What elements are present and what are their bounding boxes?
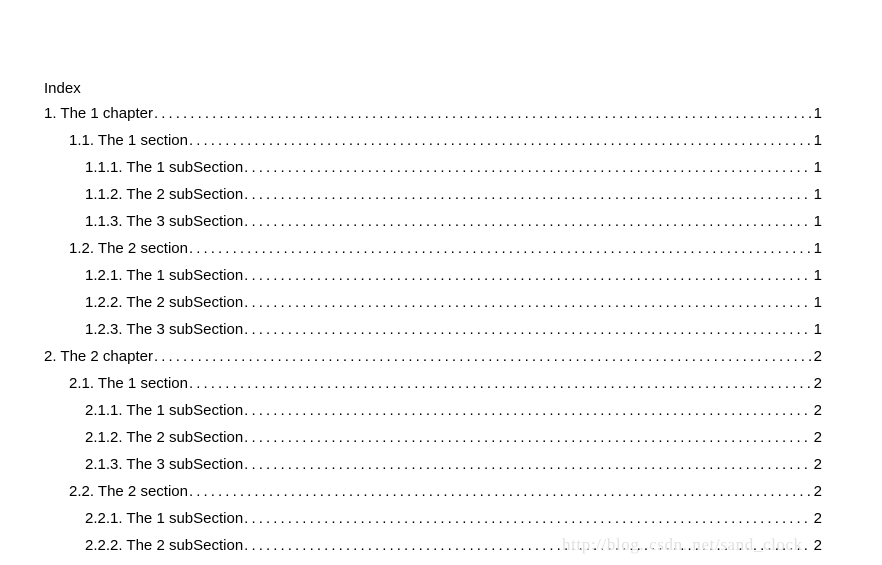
- toc-entry-inner: 1.1.3. The 3 subSection 1: [85, 212, 822, 232]
- toc-entry-page-number: 1: [813, 240, 822, 257]
- toc-entry[interactable]: 2.2.1. The 1 subSection 2: [0, 509, 882, 536]
- toc-entry-page-number: 2: [813, 483, 822, 500]
- toc-entry-label: 2.1.1. The 1 subSection: [85, 402, 244, 419]
- toc-entry-label: 1.1.2. The 2 subSection: [85, 186, 244, 203]
- toc-dot-leader: [244, 428, 812, 448]
- page-title: Index: [44, 80, 81, 97]
- toc-entry-inner: 1.2.1. The 1 subSection 1: [85, 266, 822, 286]
- toc-entry-label: 2.1. The 1 section: [69, 375, 188, 392]
- toc-entry-inner: 1.1.1. The 1 subSection 1: [85, 158, 822, 178]
- toc-entry-inner: 2.2.1. The 1 subSection 2: [85, 509, 822, 529]
- toc-dot-leader: [244, 185, 812, 205]
- toc-entry-inner: 1.1.2. The 2 subSection 1: [85, 185, 822, 205]
- toc-dot-leader: [154, 104, 812, 124]
- toc-dot-leader: [244, 266, 812, 286]
- toc-entry[interactable]: 2.2. The 2 section 2: [0, 482, 882, 509]
- toc-entry-label: 2.2.2. The 2 subSection: [85, 537, 244, 554]
- toc-entry-label: 2.2. The 2 section: [69, 483, 188, 500]
- toc-dot-leader: [189, 374, 812, 394]
- toc-entry-page-number: 1: [813, 267, 822, 284]
- toc-entry[interactable]: 1.2.3. The 3 subSection 1: [0, 320, 882, 347]
- toc-entry[interactable]: 2.1. The 1 section 2: [0, 374, 882, 401]
- toc-entry[interactable]: 1.2.1. The 1 subSection 1: [0, 266, 882, 293]
- toc-entry-page-number: 1: [813, 294, 822, 311]
- toc-entry[interactable]: 1.1.2. The 2 subSection 1: [0, 185, 882, 212]
- toc-entry-page-number: 2: [813, 402, 822, 419]
- toc-entry-inner: 1.2.2. The 2 subSection 1: [85, 293, 822, 313]
- toc-dot-leader: [154, 347, 812, 367]
- toc-dot-leader: [244, 212, 812, 232]
- toc-dot-leader: [244, 455, 812, 475]
- toc-dot-leader: [244, 536, 812, 556]
- toc-entry-label: 1.1.1. The 1 subSection: [85, 159, 244, 176]
- toc-entry[interactable]: 1.1.1. The 1 subSection 1: [0, 158, 882, 185]
- toc-dot-leader: [244, 158, 812, 178]
- toc-entry[interactable]: 2.2.2. The 2 subSection 2: [0, 536, 882, 563]
- toc-entry-page-number: 1: [813, 105, 822, 122]
- toc-entry-inner: 2.1.1. The 1 subSection 2: [85, 401, 822, 421]
- toc-entry-page-number: 2: [813, 348, 822, 365]
- table-of-contents-document: Index 1. The 1 chapter11.1. The 1 sectio…: [0, 0, 882, 565]
- toc-entry-inner: 2.1. The 1 section 2: [69, 374, 822, 394]
- toc-entry-page-number: 1: [813, 132, 822, 149]
- toc-entry-page-number: 1: [813, 159, 822, 176]
- toc-entry[interactable]: 1.1.3. The 3 subSection 1: [0, 212, 882, 239]
- toc-entry[interactable]: 2.1.2. The 2 subSection 2: [0, 428, 882, 455]
- toc-entry-inner: 2.2.2. The 2 subSection 2: [85, 536, 822, 556]
- toc-dot-leader: [244, 509, 812, 529]
- toc-entry-label: 1.2.2. The 2 subSection: [85, 294, 244, 311]
- toc-entry-list: 1. The 1 chapter11.1. The 1 section11.1.…: [0, 104, 882, 563]
- toc-entry-inner: 1.1. The 1 section 1: [69, 131, 822, 151]
- toc-entry-label: 1.1. The 1 section: [69, 132, 188, 149]
- toc-entry[interactable]: 2.1.1. The 1 subSection 2: [0, 401, 882, 428]
- toc-dot-leader: [189, 239, 812, 259]
- toc-entry-page-number: 1: [813, 213, 822, 230]
- toc-entry-label: 2.2.1. The 1 subSection: [85, 510, 244, 527]
- toc-dot-leader: [244, 320, 812, 340]
- toc-entry-page-number: 2: [813, 537, 822, 554]
- toc-entry-inner: 1.2. The 2 section 1: [69, 239, 822, 259]
- toc-entry-page-number: 1: [813, 186, 822, 203]
- toc-entry-page-number: 2: [813, 510, 822, 527]
- toc-entry-label: 1.2. The 2 section: [69, 240, 188, 257]
- toc-entry-inner: 2.2. The 2 section 2: [69, 482, 822, 502]
- toc-entry-inner: 2.1.3. The 3 subSection 2: [85, 455, 822, 475]
- toc-dot-leader: [244, 401, 812, 421]
- toc-dot-leader: [244, 293, 812, 313]
- toc-entry-label: 2.1.2. The 2 subSection: [85, 429, 244, 446]
- toc-entry-page-number: 2: [813, 375, 822, 392]
- toc-entry-inner: 2. The 2 chapter 2: [44, 347, 822, 367]
- toc-dot-leader: [189, 131, 812, 151]
- toc-entry-inner: 1. The 1 chapter 1: [44, 104, 822, 124]
- toc-entry[interactable]: 1.2. The 2 section 1: [0, 239, 882, 266]
- toc-entry-label: 1.2.1. The 1 subSection: [85, 267, 244, 284]
- toc-entry-inner: 2.1.2. The 2 subSection 2: [85, 428, 822, 448]
- toc-entry-label: 2.1.3. The 3 subSection: [85, 456, 244, 473]
- toc-entry-label: 2. The 2 chapter: [44, 348, 153, 365]
- toc-entry-label: 1.1.3. The 3 subSection: [85, 213, 244, 230]
- toc-entry[interactable]: 1. The 1 chapter 1: [0, 104, 882, 131]
- toc-entry-label: 1. The 1 chapter: [44, 105, 153, 122]
- toc-entry-inner: 1.2.3. The 3 subSection 1: [85, 320, 822, 340]
- toc-entry-page-number: 1: [813, 321, 822, 338]
- toc-entry-page-number: 2: [813, 429, 822, 446]
- toc-entry[interactable]: 1.1. The 1 section 1: [0, 131, 882, 158]
- toc-dot-leader: [189, 482, 812, 502]
- toc-entry[interactable]: 2. The 2 chapter 2: [0, 347, 882, 374]
- toc-entry-label: 1.2.3. The 3 subSection: [85, 321, 244, 338]
- toc-entry-page-number: 2: [813, 456, 822, 473]
- toc-entry[interactable]: 2.1.3. The 3 subSection 2: [0, 455, 882, 482]
- toc-entry[interactable]: 1.2.2. The 2 subSection 1: [0, 293, 882, 320]
